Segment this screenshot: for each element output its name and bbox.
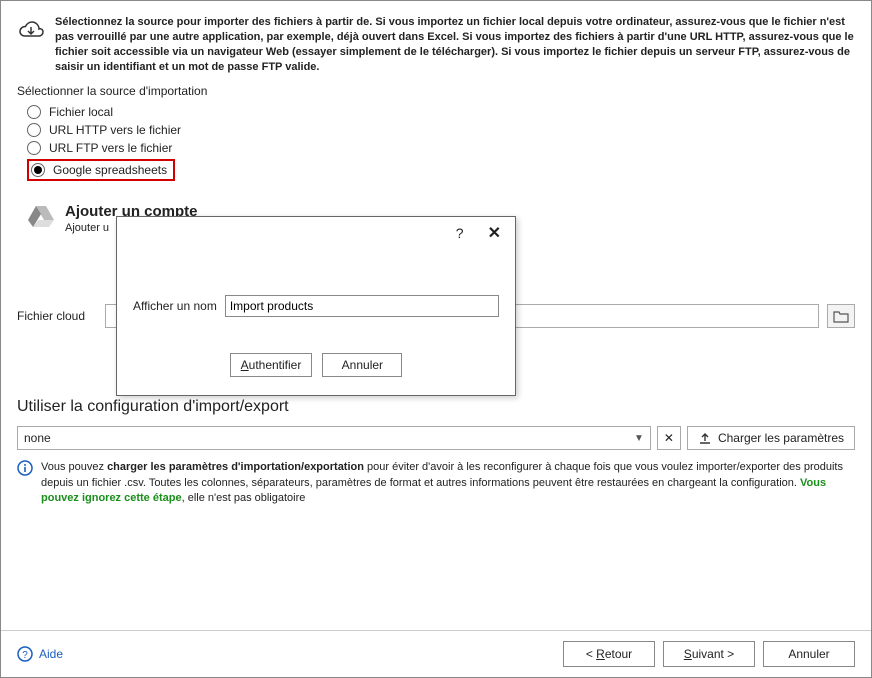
radio-list: Fichier local URL HTTP vers le fichier U… [17, 103, 855, 183]
config-select[interactable]: none ▼ [17, 426, 651, 450]
google-drive-icon [27, 203, 55, 230]
info-text: Vous pouvez charger les paramètres d'imp… [41, 460, 855, 506]
help-label: Aide [39, 647, 63, 661]
radio-option-ftp[interactable]: URL FTP vers le fichier [27, 139, 855, 157]
upload-icon [698, 431, 712, 445]
radio-label: Fichier local [49, 105, 113, 119]
help-icon: ? [17, 646, 33, 662]
radio-icon [27, 141, 41, 155]
radio-label: Google spreadsheets [53, 163, 167, 177]
browse-folder-button[interactable] [827, 304, 855, 328]
help-link[interactable]: ? Aide [17, 646, 63, 662]
close-icon: ✕ [664, 431, 674, 445]
cloud-file-label: Fichier cloud [17, 309, 97, 323]
radio-icon [27, 105, 41, 119]
display-name-dialog: ? ✕ Afficher un nom Authentifier Annuler [116, 216, 516, 396]
dialog-close-button[interactable]: ✕ [482, 221, 507, 245]
config-title: Utiliser la configuration d'import/expor… [17, 398, 855, 416]
display-name-input[interactable] [225, 295, 499, 317]
load-params-button[interactable]: Charger les paramètres [687, 426, 855, 450]
chevron-down-icon: ▼ [634, 433, 644, 444]
cloud-download-icon [17, 15, 45, 74]
radio-option-http[interactable]: URL HTTP vers le fichier [27, 121, 855, 139]
config-selected-value: none [24, 431, 51, 445]
dialog-cancel-button[interactable]: Annuler [322, 353, 402, 377]
radio-icon [27, 123, 41, 137]
dialog-help-button[interactable]: ? [456, 225, 464, 241]
radio-icon [31, 163, 45, 177]
top-info-text: Sélectionnez la source pour importer des… [55, 15, 855, 74]
svg-text:?: ? [22, 650, 28, 661]
clear-config-button[interactable]: ✕ [657, 426, 681, 450]
load-params-label: Charger les paramètres [718, 431, 844, 445]
next-button[interactable]: Suivant > [663, 641, 755, 667]
display-name-label: Afficher un nom [133, 299, 217, 313]
radio-label: URL HTTP vers le fichier [49, 123, 181, 137]
cancel-button[interactable]: Annuler [763, 641, 855, 667]
radio-option-local[interactable]: Fichier local [27, 103, 855, 121]
authenticate-button[interactable]: Authentifier [230, 353, 313, 377]
radio-option-google[interactable]: Google spreadsheets [27, 159, 175, 181]
back-button[interactable]: < Retour [563, 641, 655, 667]
source-label: Sélectionner la source d'importation [17, 84, 855, 98]
radio-label: URL FTP vers le fichier [49, 141, 172, 155]
info-icon [17, 460, 33, 506]
folder-icon [833, 309, 849, 323]
